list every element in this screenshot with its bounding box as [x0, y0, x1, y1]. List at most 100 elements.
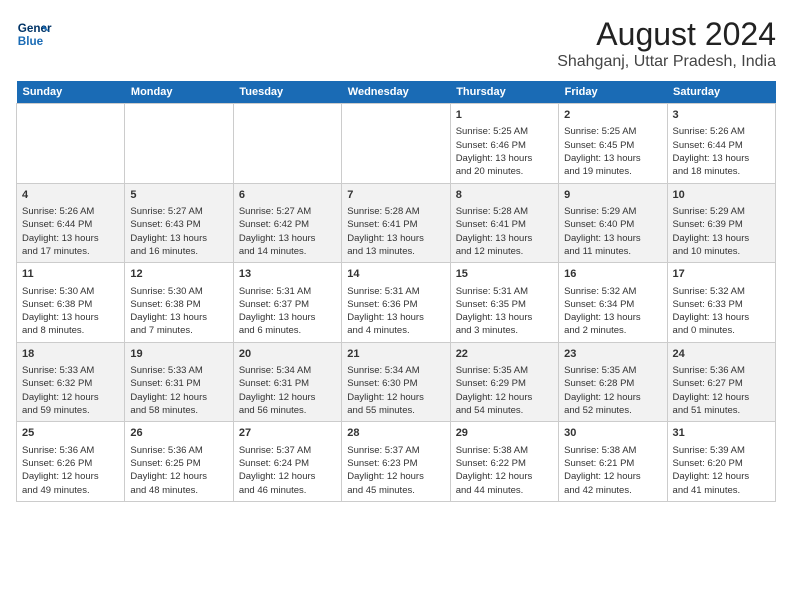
weekday-header: Wednesday — [342, 81, 450, 104]
calendar-cell: 18 Sunrise: 5:33 AM Sunset: 6:32 PM Dayli… — [17, 342, 125, 422]
day-info: Sunrise: 5:37 AM Sunset: 6:23 PM Dayligh… — [347, 444, 444, 497]
day-info: Sunrise: 5:35 AM Sunset: 6:28 PM Dayligh… — [564, 364, 661, 417]
day-info: Sunrise: 5:38 AM Sunset: 6:21 PM Dayligh… — [564, 444, 661, 497]
calendar-cell: 26Sunrise: 5:36 AM Sunset: 6:25 PM Dayli… — [125, 422, 233, 502]
day-number: 7 — [347, 188, 444, 203]
day-number: 15 — [456, 267, 553, 282]
day-number: 24 — [673, 347, 770, 362]
calendar-week-row: 18 Sunrise: 5:33 AM Sunset: 6:32 PM Dayli… — [17, 342, 776, 422]
day-info: Sunrise: 5:28 AM Sunset: 6:41 PM Dayligh… — [456, 205, 553, 258]
logo-icon: General Blue — [16, 16, 52, 52]
day-info: Sunrise: 5:36 AM Sunset: 6:27 PM Dayligh… — [673, 364, 770, 417]
calendar-cell: 23 Sunrise: 5:35 AM Sunset: 6:28 PM Dayli… — [559, 342, 667, 422]
day-number: 25 — [22, 426, 119, 441]
calendar-cell: 28Sunrise: 5:37 AM Sunset: 6:23 PM Dayli… — [342, 422, 450, 502]
calendar-cell: 8 Sunrise: 5:28 AM Sunset: 6:41 PM Daylig… — [450, 183, 558, 263]
day-number: 31 — [673, 426, 770, 441]
day-number: 27 — [239, 426, 336, 441]
page-subtitle: Shahganj, Uttar Pradesh, India — [557, 53, 776, 71]
calendar-cell: 17 Sunrise: 5:32 AM Sunset: 6:33 PM Dayli… — [667, 263, 775, 343]
calendar-cell — [125, 104, 233, 184]
day-info: Sunrise: 5:32 AM Sunset: 6:33 PM Dayligh… — [673, 285, 770, 338]
svg-text:Blue: Blue — [18, 35, 44, 48]
day-info: Sunrise: 5:36 AM Sunset: 6:26 PM Dayligh… — [22, 444, 119, 497]
page-title: August 2024 — [557, 16, 776, 53]
calendar-cell: 15 Sunrise: 5:31 AM Sunset: 6:35 PM Dayli… — [450, 263, 558, 343]
calendar-cell — [17, 104, 125, 184]
calendar-cell: 6 Sunrise: 5:27 AM Sunset: 6:42 PM Daylig… — [233, 183, 341, 263]
calendar-cell: 31Sunrise: 5:39 AM Sunset: 6:20 PM Dayli… — [667, 422, 775, 502]
day-number: 22 — [456, 347, 553, 362]
calendar-cell: 20 Sunrise: 5:34 AM Sunset: 6:31 PM Dayli… — [233, 342, 341, 422]
calendar-cell: 30 Sunrise: 5:38 AM Sunset: 6:21 PM Dayli… — [559, 422, 667, 502]
day-number: 3 — [673, 108, 770, 123]
day-number: 5 — [130, 188, 227, 203]
day-number: 16 — [564, 267, 661, 282]
calendar-cell: 13Sunrise: 5:31 AM Sunset: 6:37 PM Dayli… — [233, 263, 341, 343]
day-info: Sunrise: 5:30 AM Sunset: 6:38 PM Dayligh… — [22, 285, 119, 338]
weekday-header: Saturday — [667, 81, 775, 104]
day-number: 21 — [347, 347, 444, 362]
day-info: Sunrise: 5:31 AM Sunset: 6:35 PM Dayligh… — [456, 285, 553, 338]
calendar-cell: 7 Sunrise: 5:28 AM Sunset: 6:41 PM Daylig… — [342, 183, 450, 263]
day-info: Sunrise: 5:35 AM Sunset: 6:29 PM Dayligh… — [456, 364, 553, 417]
day-number: 11 — [22, 267, 119, 282]
day-info: Sunrise: 5:26 AM Sunset: 6:44 PM Dayligh… — [673, 125, 770, 178]
day-number: 18 — [22, 347, 119, 362]
day-info: Sunrise: 5:31 AM Sunset: 6:36 PM Dayligh… — [347, 285, 444, 338]
day-number: 20 — [239, 347, 336, 362]
day-info: Sunrise: 5:30 AM Sunset: 6:38 PM Dayligh… — [130, 285, 227, 338]
calendar-table: SundayMondayTuesdayWednesdayThursdayFrid… — [16, 81, 776, 502]
calendar-cell: 12 Sunrise: 5:30 AM Sunset: 6:38 PM Dayli… — [125, 263, 233, 343]
calendar-cell — [342, 104, 450, 184]
weekday-header: Thursday — [450, 81, 558, 104]
weekday-header-row: SundayMondayTuesdayWednesdayThursdayFrid… — [17, 81, 776, 104]
weekday-header: Tuesday — [233, 81, 341, 104]
day-info: Sunrise: 5:36 AM Sunset: 6:25 PM Dayligh… — [130, 444, 227, 497]
day-number: 10 — [673, 188, 770, 203]
day-info: Sunrise: 5:37 AM Sunset: 6:24 PM Dayligh… — [239, 444, 336, 497]
calendar-cell: 2Sunrise: 5:25 AM Sunset: 6:45 PM Daylig… — [559, 104, 667, 184]
day-number: 8 — [456, 188, 553, 203]
calendar-week-row: 4 Sunrise: 5:26 AM Sunset: 6:44 PM Daylig… — [17, 183, 776, 263]
day-number: 9 — [564, 188, 661, 203]
calendar-cell — [233, 104, 341, 184]
calendar-cell: 27 Sunrise: 5:37 AM Sunset: 6:24 PM Dayli… — [233, 422, 341, 502]
day-number: 29 — [456, 426, 553, 441]
calendar-week-row: 11 Sunrise: 5:30 AM Sunset: 6:38 PM Dayli… — [17, 263, 776, 343]
calendar-cell: 4 Sunrise: 5:26 AM Sunset: 6:44 PM Daylig… — [17, 183, 125, 263]
day-number: 4 — [22, 188, 119, 203]
page-header: General Blue August 2024 Shahganj, Uttar… — [16, 16, 776, 71]
calendar-cell: 19Sunrise: 5:33 AM Sunset: 6:31 PM Dayli… — [125, 342, 233, 422]
calendar-cell: 9 Sunrise: 5:29 AM Sunset: 6:40 PM Daylig… — [559, 183, 667, 263]
day-number: 14 — [347, 267, 444, 282]
calendar-cell: 29Sunrise: 5:38 AM Sunset: 6:22 PM Dayli… — [450, 422, 558, 502]
day-number: 6 — [239, 188, 336, 203]
day-number: 19 — [130, 347, 227, 362]
day-number: 23 — [564, 347, 661, 362]
svg-text:General: General — [18, 22, 52, 35]
logo: General Blue — [16, 16, 52, 52]
calendar-cell: 10Sunrise: 5:29 AM Sunset: 6:39 PM Dayli… — [667, 183, 775, 263]
calendar-cell: 3 Sunrise: 5:26 AM Sunset: 6:44 PM Daylig… — [667, 104, 775, 184]
day-number: 12 — [130, 267, 227, 282]
day-info: Sunrise: 5:26 AM Sunset: 6:44 PM Dayligh… — [22, 205, 119, 258]
day-number: 30 — [564, 426, 661, 441]
day-info: Sunrise: 5:29 AM Sunset: 6:40 PM Dayligh… — [564, 205, 661, 258]
day-info: Sunrise: 5:32 AM Sunset: 6:34 PM Dayligh… — [564, 285, 661, 338]
calendar-week-row: 1 Sunrise: 5:25 AM Sunset: 6:46 PM Daylig… — [17, 104, 776, 184]
calendar-cell: 14 Sunrise: 5:31 AM Sunset: 6:36 PM Dayli… — [342, 263, 450, 343]
day-info: Sunrise: 5:33 AM Sunset: 6:32 PM Dayligh… — [22, 364, 119, 417]
day-number: 13 — [239, 267, 336, 282]
day-number: 17 — [673, 267, 770, 282]
weekday-header: Sunday — [17, 81, 125, 104]
day-info: Sunrise: 5:28 AM Sunset: 6:41 PM Dayligh… — [347, 205, 444, 258]
title-area: August 2024 Shahganj, Uttar Pradesh, Ind… — [557, 16, 776, 71]
calendar-cell: 16 Sunrise: 5:32 AM Sunset: 6:34 PM Dayli… — [559, 263, 667, 343]
calendar-cell: 11 Sunrise: 5:30 AM Sunset: 6:38 PM Dayli… — [17, 263, 125, 343]
day-info: Sunrise: 5:25 AM Sunset: 6:46 PM Dayligh… — [456, 125, 553, 178]
day-info: Sunrise: 5:27 AM Sunset: 6:43 PM Dayligh… — [130, 205, 227, 258]
day-info: Sunrise: 5:34 AM Sunset: 6:31 PM Dayligh… — [239, 364, 336, 417]
day-number: 1 — [456, 108, 553, 123]
day-info: Sunrise: 5:27 AM Sunset: 6:42 PM Dayligh… — [239, 205, 336, 258]
